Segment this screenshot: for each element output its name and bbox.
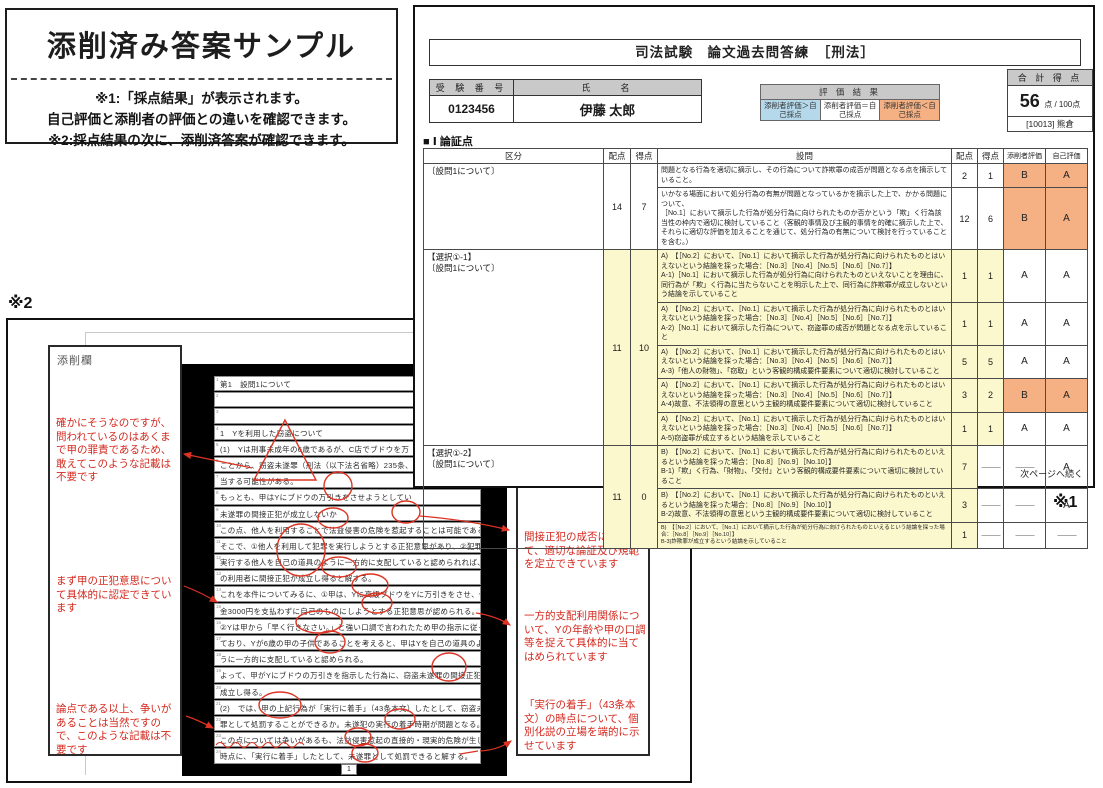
answer-line-text: ており、Yが6歳の甲の子供であることを考えると、甲はYを自己の道具のよ (220, 638, 481, 649)
table-row: 〔設問1について〕 14 7 問題となる行為を適切に摘示し、その行為について詐欺… (424, 164, 1088, 188)
score-table-header-row: 区分 配点 得点 設問 配点 得点 添削者評価 自己評価 (424, 149, 1088, 164)
answer-line-number: 4 (216, 426, 219, 431)
col-haiten-1: 配点 (604, 149, 631, 164)
exam-number-value: 0123456 (430, 96, 514, 123)
correction-column: 添削欄 確かにそうなのですが、問われているのはあくまで甲の罪責であるため、敢えて… (48, 345, 182, 756)
answer-line-text: これを本件についてみるに、①甲は、Yに高級ブドウをYに万引きをさせ、代 (220, 589, 481, 600)
legend-header: 評 価 結 果 (761, 85, 940, 100)
exam-title: 司法試験 論文過去問答練 ［刑法］ (429, 39, 1081, 66)
table-row: 【選択①-1】 〔設問1について〕 11 10 A) 【［No.2］において、［… (424, 250, 1088, 303)
total-score-value: 56 点 / 100点 (1008, 86, 1092, 116)
answer-line-number: 2 (216, 393, 219, 398)
answer-line-text: 当する可能性がある。 (220, 476, 298, 487)
grader-comment-left-2: まず甲の正犯意思について具体的に認定できています (56, 575, 178, 616)
answer-line-text: 成立し得る。 (220, 687, 267, 698)
answer-line-text: この点については争いがあるも、法益侵害惹起の直接的・現実的危険が生じた (220, 735, 481, 746)
answer-line-text: (2) では、甲の上記行為が「実行に着手」（43条本文）したとして、窃盗未遂 (220, 703, 481, 714)
answer-line-text: 時点に、「実行に着手」したとして、未遂罪として処罰できると解する。 (220, 751, 472, 762)
answer-line-number: 1 (216, 377, 219, 382)
answer-line-text: の利用者に間接正犯が成立し得ると解する。 (220, 573, 376, 584)
answer-line: 15 金3000円を支払わずに自己のものにしようとする正犯意思が認められる。また… (214, 603, 481, 618)
score-table: 区分 配点 得点 設問 配点 得点 添削者評価 自己評価 〔設問1について〕 1… (423, 148, 1088, 549)
answer-line-number: 3 (216, 409, 219, 414)
col-tokuten-1: 得点 (631, 149, 658, 164)
answer-line-number: 9 (216, 507, 219, 512)
answer-line: 17 ており、Yが6歳の甲の子供であることを考えると、甲はYを自己の道具のよ (214, 635, 481, 650)
col-haiten-2: 配点 (952, 149, 978, 164)
col-tokuten-2: 得点 (978, 149, 1004, 164)
answer-line-text: 未遂罪の間接正犯が成立しないか (220, 509, 337, 520)
total-score-header: 合 計 得 点 (1008, 70, 1092, 86)
sample-note-3: ※2:採点結果の次に、添削済答案が確認できます。 (7, 130, 396, 151)
evaluation-legend: 評 価 結 果 添削者評価＞自己採点 添削者評価＝自己採点 添削者評価＜自己採点 (760, 84, 940, 121)
answer-line-number: 6 (216, 458, 219, 463)
col-grader-eval: 添削者評価 (1004, 149, 1046, 164)
grader-id: [10013] 熊倉 (1008, 116, 1092, 131)
name-value: 伊藤 太郎 (514, 96, 702, 123)
answer-line: 16 ②Yは甲から「早く行きなさい。」と強い口調で言われたため甲の指示に従っ (214, 619, 481, 634)
answer-line: 14 これを本件についてみるに、①甲は、Yに高級ブドウをYに万引きをさせ、代 (214, 586, 481, 601)
answer-line-number: 8 (216, 490, 219, 495)
col-self-eval: 自己評価 (1046, 149, 1088, 164)
answer-line-text: 罪として処罰することができるか。未遂犯の実行の着手時期が問題となる。 (220, 719, 481, 730)
sample-note-2: 自己評価と添削者の評価との違いを確認できます。 (7, 109, 396, 130)
candidate-info-table: 受 験 番 号 氏 名 0123456 伊藤 太郎 (429, 79, 702, 123)
grader-comment-right-3: 「実行の着手」（43条本文）の時点について、個別化説の立場を端的に示せています (524, 699, 646, 753)
sample-title: 添削済み答案サンプル (7, 23, 396, 65)
screenshot-canvas: 添削済み答案サンプル ※1:「採点結果」が表示されます。 自己評価と添削者の評価… (0, 0, 1103, 788)
table-row: 【選択①-2】 〔設問1について〕 11 0 B) 【［No.2］において、［N… (424, 446, 1088, 489)
answer-line-text: ことから、窃盗未遂罪（刑法（以下法名省略）235条、 (220, 460, 413, 471)
total-score-suffix: 点 / 100点 (1044, 100, 1080, 109)
answer-line-text: もっとも、甲はYにブドウの万引きをさせようとしてい (220, 492, 412, 503)
total-score-number: 56 (1020, 91, 1040, 111)
grader-comment-left-1: 確かにそうなのですが、問われているのはあくまで甲の罪責であるため、敢えてこのよう… (56, 417, 178, 485)
legend-greater: 添削者評価＞自己採点 (761, 100, 821, 121)
answer-line: 20 成立し得る。 (214, 684, 481, 699)
answer-line-text: よって、甲がYにブドウの万引きを指示した行為に、窃盗未遂罪の間接正犯が (220, 670, 481, 681)
answer-line: 22 罪として処罰することができるか。未遂犯の実行の着手時期が問題となる。 (214, 716, 481, 731)
answer-line: 12 実行する他人を自己の道具のように一方的に支配していると認められれば、そ (214, 554, 481, 569)
grader-comment-right-2: 一方的支配利用関係について、Yの年齢や甲の口調等を捉えて具体的に当てはめられてい… (524, 610, 646, 664)
answer-line-text: (1) Yは刑事未成年の6歳であるが、C店でブドウを万 (220, 444, 409, 455)
answer-line-text: ②Yは甲から「早く行きなさい。」と強い口調で言われたため甲の指示に従っ (220, 622, 481, 633)
answer-line: 13 の利用者に間接正犯が成立し得ると解する。 (214, 570, 481, 585)
answer-line: 19 よって、甲がYにブドウの万引きを指示した行為に、窃盗未遂罪の間接正犯が (214, 667, 481, 682)
score-result-document: 司法試験 論文過去問答練 ［刑法］ 受 験 番 号 氏 名 0123456 伊藤… (413, 5, 1095, 488)
answer-line-text: うに一方的に支配していると認められる。 (220, 654, 368, 665)
answer-line: 23 この点については争いがあるも、法益侵害惹起の直接的・現実的危険が生じた (214, 732, 481, 747)
answer-line-text: 1 Yを利用した窃盗について (220, 428, 323, 439)
marker-2-label: ※2 (8, 293, 32, 313)
legend-equal: 添削者評価＝自己採点 (820, 100, 880, 121)
name-header: 氏 名 (514, 80, 702, 96)
answer-line-number: 7 (216, 474, 219, 479)
col-kubun: 区分 (424, 149, 604, 164)
grader-comment-left-3: 論点である以上、争いがあることは当然ですので、このような記載は不要です (56, 703, 178, 757)
answer-line-text: 実行する他人を自己の道具のように一方的に支配していると認められれば、そ (220, 557, 481, 568)
page-number: 1 (341, 764, 357, 775)
correction-column-label: 添削欄 (57, 352, 93, 368)
sample-note-1: ※1:「採点結果」が表示されます。 (7, 88, 396, 109)
answer-line: 21 (2) では、甲の上記行為が「実行に着手」（43条本文）したとして、窃盗未… (214, 700, 481, 715)
answer-line: 18 うに一方的に支配していると認められる。 (214, 651, 481, 666)
answer-line: 24 時点に、「実行に着手」したとして、未遂罪として処罰できると解する。 (214, 748, 481, 763)
legend-less: 添削者評価＜自己採点 (880, 100, 940, 121)
exam-number-header: 受 験 番 号 (430, 80, 514, 96)
total-score-box: 合 計 得 点 56 点 / 100点 [10013] 熊倉 (1007, 69, 1093, 132)
answer-line-text: 金3000円を支払わずに自己のものにしようとする正犯意思が認められる。また、 (220, 606, 481, 617)
answer-line-text: 第1 設問1について (220, 379, 291, 390)
section-title: ■ Ⅰ 論証点 (423, 133, 473, 149)
col-setsumon: 設問 (658, 149, 952, 164)
sample-info-box: 添削済み答案サンプル ※1:「採点結果」が表示されます。 自己評価と添削者の評価… (5, 8, 398, 144)
next-page-note: 次ページへ続く (1020, 467, 1083, 480)
dashed-divider (11, 78, 392, 80)
answer-line-number: 5 (216, 442, 219, 447)
